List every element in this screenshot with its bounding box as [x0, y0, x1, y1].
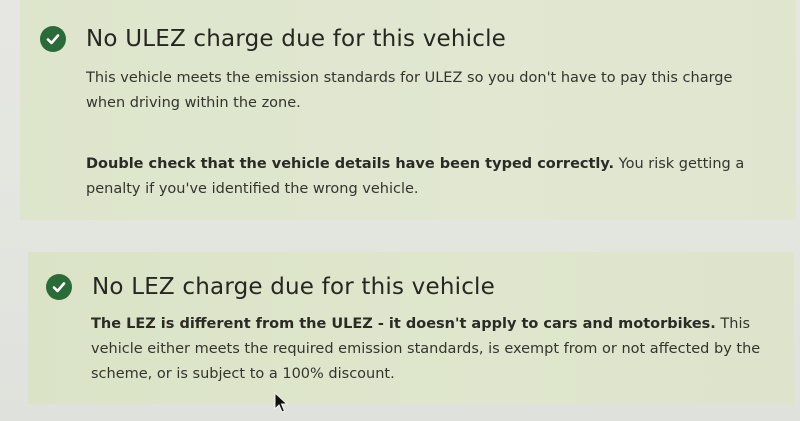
check-circle-icon: [46, 274, 72, 300]
lez-difference-bold-text: The LEZ is different from the ULEZ - it …: [91, 316, 716, 332]
ulez-emission-message: This vehicle meets the emission standard…: [86, 70, 733, 111]
lez-heading: No LEZ charge due for this vehicle: [46, 274, 495, 300]
ulez-double-check-message: Double check that the vehicle details ha…: [86, 152, 776, 202]
ulez-heading: No ULEZ charge due for this vehicle: [40, 26, 506, 52]
ulez-result-panel: No ULEZ charge due for this vehicle This…: [20, 0, 796, 220]
mouse-pointer-icon: [274, 392, 288, 413]
lez-heading-text: No LEZ charge due for this vehicle: [92, 274, 495, 300]
ulez-heading-text: No ULEZ charge due for this vehicle: [86, 26, 507, 52]
check-circle-icon: [40, 26, 66, 52]
lez-info-message: The LEZ is different from the ULEZ - it …: [91, 312, 781, 387]
double-check-bold-text: Double check that the vehicle details ha…: [86, 156, 615, 172]
lez-result-panel: No LEZ charge due for this vehicle The L…: [28, 252, 794, 404]
